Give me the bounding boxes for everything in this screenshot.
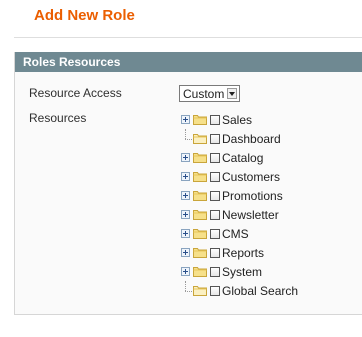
tree-item-newsletter[interactable]: Newsletter bbox=[181, 205, 298, 224]
tree-item-customers[interactable]: Customers bbox=[181, 167, 298, 186]
folder-icon bbox=[193, 228, 207, 239]
checkbox[interactable] bbox=[210, 285, 220, 296]
tree-item-label: Sales bbox=[222, 112, 253, 127]
tree-item-label: Dashboard bbox=[222, 131, 281, 146]
resources-tree: Sales Dashboard Catalog Customers Promot… bbox=[181, 110, 298, 300]
checkbox[interactable] bbox=[210, 228, 220, 239]
tree-item-cms[interactable]: CMS bbox=[181, 224, 298, 243]
title-divider bbox=[14, 37, 362, 38]
checkbox[interactable] bbox=[210, 152, 220, 163]
folder-icon bbox=[193, 209, 207, 220]
expand-icon[interactable] bbox=[181, 267, 190, 276]
resources-label: Resources bbox=[29, 111, 87, 125]
tree-item-reports[interactable]: Reports bbox=[181, 243, 298, 262]
tree-item-label: Newsletter bbox=[222, 207, 279, 222]
resource-access-value: Custom bbox=[183, 86, 225, 101]
page: Add New Role Roles Resources Resource Ac… bbox=[0, 0, 362, 337]
tree-item-promotions[interactable]: Promotions bbox=[181, 186, 298, 205]
resource-access-select[interactable]: Custom bbox=[179, 85, 241, 102]
tree-connector bbox=[181, 281, 193, 300]
expand-icon[interactable] bbox=[181, 191, 190, 200]
expand-icon[interactable] bbox=[181, 115, 190, 124]
resource-access-label: Resource Access bbox=[29, 86, 122, 100]
tree-item-label: Catalog bbox=[222, 150, 264, 165]
folder-icon bbox=[193, 247, 207, 258]
expand-icon[interactable] bbox=[181, 172, 190, 181]
tree-connector bbox=[181, 129, 193, 148]
panel-header: Roles Resources bbox=[15, 52, 362, 72]
chevron-down-icon[interactable] bbox=[227, 88, 238, 99]
expand-icon[interactable] bbox=[181, 229, 190, 238]
tree-item-sales[interactable]: Sales bbox=[181, 110, 298, 129]
checkbox[interactable] bbox=[210, 171, 220, 182]
tree-item-global-search[interactable]: Global Search bbox=[181, 281, 298, 300]
folder-icon bbox=[193, 152, 207, 163]
tree-item-label: CMS bbox=[222, 226, 249, 241]
folder-icon bbox=[193, 190, 207, 201]
tree-item-system[interactable]: System bbox=[181, 262, 298, 281]
folder-leaf-icon bbox=[193, 285, 207, 296]
tree-item-catalog[interactable]: Catalog bbox=[181, 148, 298, 167]
page-title: Add New Role bbox=[34, 7, 135, 24]
folder-icon bbox=[193, 266, 207, 277]
tree-item-label: Customers bbox=[222, 169, 281, 184]
tree-item-label: Promotions bbox=[222, 188, 283, 203]
tree-item-dashboard[interactable]: Dashboard bbox=[181, 129, 298, 148]
expand-icon[interactable] bbox=[181, 248, 190, 257]
checkbox[interactable] bbox=[210, 209, 220, 220]
checkbox[interactable] bbox=[210, 133, 220, 144]
tree-item-label: Global Search bbox=[222, 283, 299, 298]
roles-resources-panel: Roles Resources Resource Access Custom R… bbox=[14, 52, 362, 315]
folder-icon bbox=[193, 171, 207, 182]
folder-leaf-icon bbox=[193, 133, 207, 144]
checkbox[interactable] bbox=[210, 247, 220, 258]
checkbox[interactable] bbox=[210, 266, 220, 277]
expand-icon[interactable] bbox=[181, 210, 190, 219]
checkbox[interactable] bbox=[210, 114, 220, 125]
tree-item-label: System bbox=[222, 264, 263, 279]
folder-icon bbox=[193, 114, 207, 125]
expand-icon[interactable] bbox=[181, 153, 190, 162]
tree-item-label: Reports bbox=[222, 245, 265, 260]
checkbox[interactable] bbox=[210, 190, 220, 201]
